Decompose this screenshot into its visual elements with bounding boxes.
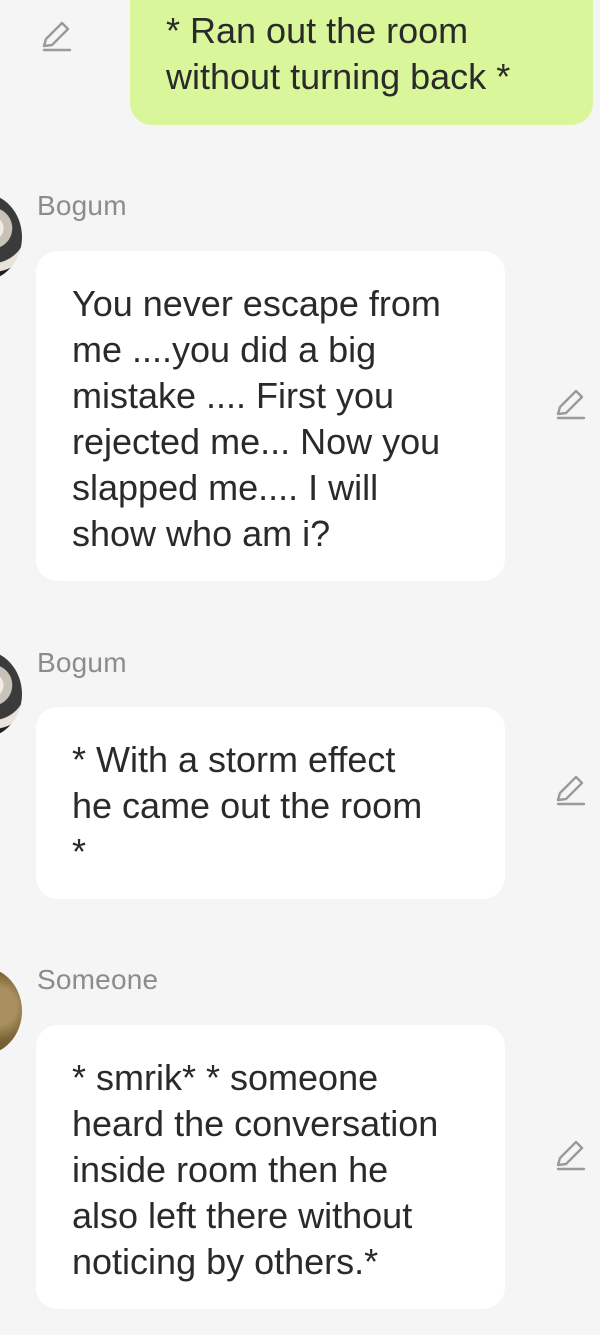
- sender-name: Someone: [37, 964, 159, 995]
- someone-avatar[interactable]: [0, 967, 22, 1055]
- outgoing-message-bubble[interactable]: * Ran out the room without turning back …: [130, 0, 593, 125]
- edit-pencil-icon[interactable]: [552, 772, 588, 808]
- incoming-message-bubble[interactable]: * With a storm effect he came out the ro…: [36, 707, 505, 899]
- sender-name: Bogum: [37, 190, 127, 221]
- bogum-avatar[interactable]: [0, 193, 22, 281]
- incoming-message-bubble[interactable]: You never escape from me ....you did a b…: [36, 251, 505, 581]
- edit-pencil-icon[interactable]: [552, 1137, 588, 1173]
- edit-pencil-icon[interactable]: [38, 18, 74, 54]
- bogum-avatar[interactable]: [0, 650, 22, 738]
- chat-conversation: * Ran out the room without turning back …: [0, 0, 600, 1335]
- edit-pencil-icon[interactable]: [552, 386, 588, 422]
- incoming-message-bubble[interactable]: * smrik* * someone heard the conversatio…: [36, 1025, 505, 1309]
- sender-name: Bogum: [37, 647, 127, 678]
